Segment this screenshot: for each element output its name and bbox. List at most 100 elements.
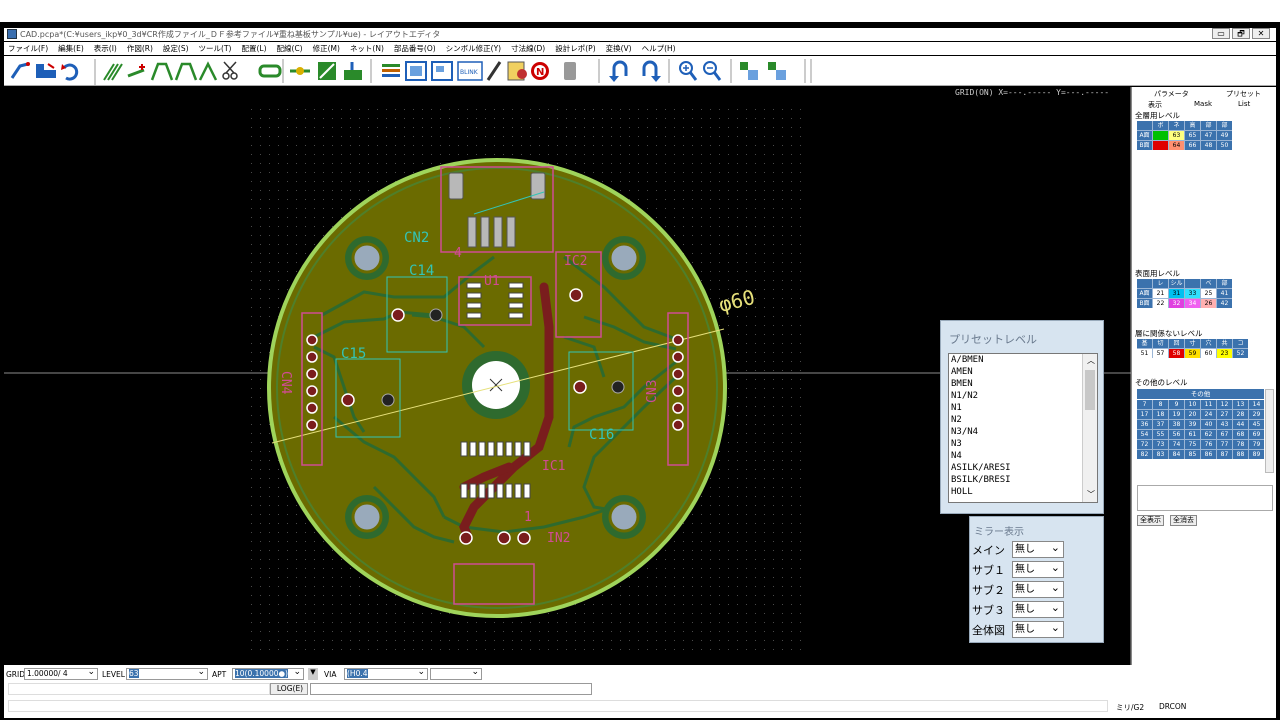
multi-wire-icon[interactable] <box>103 63 123 81</box>
level-cell[interactable]: 77 <box>1217 440 1232 449</box>
level-select[interactable]: 63 <box>126 667 208 680</box>
menu-place[interactable]: 配置(L) <box>241 43 266 54</box>
mirror-sub1-select[interactable]: 無し <box>1012 560 1064 578</box>
menu-settings[interactable]: 設定(S) <box>163 43 189 54</box>
report-icon[interactable] <box>507 61 527 81</box>
level-cell[interactable]: 76 <box>1201 440 1216 449</box>
level-cell[interactable]: 45 <box>1249 420 1264 429</box>
level-cell[interactable]: 42 <box>1217 299 1232 308</box>
level-cell[interactable]: 50 <box>1217 141 1232 150</box>
level-cell[interactable]: 18 <box>1153 410 1168 419</box>
level-cell[interactable]: 26 <box>1201 299 1216 308</box>
menu-wire[interactable]: 配線(C) <box>277 43 303 54</box>
zoom-out-icon[interactable] <box>703 61 722 81</box>
view2-icon[interactable] <box>768 62 786 80</box>
level-cell[interactable]: 49 <box>1217 131 1232 140</box>
level-cell[interactable]: 66 <box>1185 141 1200 150</box>
level-cell[interactable]: 73 <box>1153 440 1168 449</box>
level-cell[interactable]: 63 <box>1169 131 1184 140</box>
level-cell[interactable]: 82 <box>1137 450 1152 459</box>
level-cell[interactable]: 22 <box>1153 299 1168 308</box>
pen-icon[interactable] <box>486 61 502 81</box>
tab-mask[interactable]: Mask <box>1194 100 1212 108</box>
scroll-down-icon[interactable]: ﹀ <box>1085 489 1095 501</box>
tab-list[interactable]: List <box>1238 100 1250 108</box>
level-cell[interactable]: 68 <box>1233 430 1248 439</box>
preset-item[interactable]: N3 <box>949 438 1097 450</box>
preset-item[interactable]: N1 <box>949 402 1097 414</box>
preset-item[interactable]: AMEN <box>949 366 1097 378</box>
line-icon[interactable] <box>198 61 218 81</box>
level-cell[interactable]: 54 <box>1137 430 1152 439</box>
tab-parameter[interactable]: パラメータ <box>1154 89 1189 99</box>
preset-item[interactable]: N4 <box>949 450 1097 462</box>
menu-report[interactable]: 設計レポ(P) <box>555 43 595 54</box>
level-cell[interactable]: 47 <box>1201 131 1216 140</box>
preset-item[interactable]: A/BMEN <box>949 354 1097 366</box>
level-cell[interactable] <box>1153 131 1168 140</box>
grid-select[interactable]: 1.00000/ 4 <box>24 667 98 680</box>
menu-convert[interactable]: 変換(V) <box>606 43 632 54</box>
place-icon[interactable] <box>36 63 56 78</box>
level-cell[interactable]: 86 <box>1201 450 1216 459</box>
level-cell[interactable]: 56 <box>1169 430 1184 439</box>
clear-all-button[interactable]: 全消去 <box>1170 515 1197 526</box>
arc-icon[interactable] <box>150 62 174 81</box>
redo-icon[interactable] <box>642 60 661 82</box>
level-cell[interactable]: 33 <box>1185 289 1200 298</box>
level-cell[interactable]: 38 <box>1169 420 1184 429</box>
show-all-button[interactable]: 全表示 <box>1137 515 1164 526</box>
level-cell[interactable]: 40 <box>1201 420 1216 429</box>
menu-dimension[interactable]: 寸法線(D) <box>511 43 545 54</box>
level-cell[interactable]: 74 <box>1169 440 1184 449</box>
command-input[interactable] <box>310 683 592 695</box>
level-cell[interactable]: 78 <box>1233 440 1248 449</box>
level-cell[interactable]: 39 <box>1185 420 1200 429</box>
level-cell[interactable]: 52 <box>1233 349 1248 358</box>
preset-item[interactable]: N1/N2 <box>949 390 1097 402</box>
cut-icon[interactable] <box>222 61 238 80</box>
level-cell[interactable]: 34 <box>1185 299 1200 308</box>
menu-file[interactable]: ファイル(F) <box>8 43 48 54</box>
level-cell[interactable]: 23 <box>1217 349 1232 358</box>
level-cell[interactable]: 88 <box>1233 450 1248 459</box>
level-cell[interactable]: 57 <box>1153 349 1168 358</box>
level-cell[interactable]: 44 <box>1233 420 1248 429</box>
log-button[interactable]: LOG(E) <box>270 683 308 695</box>
level-cell[interactable]: 59 <box>1185 349 1200 358</box>
level-cell[interactable]: 32 <box>1169 299 1184 308</box>
window-icon[interactable] <box>431 61 453 81</box>
mirror-overview-select[interactable]: 無し <box>1012 620 1064 638</box>
scroll-thumb[interactable] <box>1085 370 1095 410</box>
layer-icon[interactable] <box>382 64 400 77</box>
blink-icon[interactable]: BLINK <box>457 61 483 81</box>
preset-scrollbar[interactable]: ︿ ﹀ <box>1082 354 1097 502</box>
tab-display[interactable]: 表示 <box>1148 100 1162 110</box>
level-cell[interactable]: 25 <box>1201 289 1216 298</box>
rotate-icon[interactable] <box>61 63 79 81</box>
level-cell[interactable]: 51 <box>1137 349 1152 358</box>
preset-item[interactable]: ASILK/ARESI <box>949 462 1097 474</box>
level-cell[interactable]: 37 <box>1153 420 1168 429</box>
via-icon[interactable] <box>290 67 310 75</box>
other-scrollbar[interactable] <box>1265 389 1274 473</box>
level-cell[interactable]: 60 <box>1201 349 1216 358</box>
no-icon[interactable]: N <box>531 62 549 80</box>
menu-modify[interactable]: 修正(M) <box>313 43 340 54</box>
level-cell[interactable]: 14 <box>1249 400 1264 409</box>
menu-help[interactable]: ヘルプ(H) <box>642 43 676 54</box>
preset-item[interactable]: N2 <box>949 414 1097 426</box>
zoom-in-icon[interactable] <box>679 61 698 81</box>
level-cell[interactable]: 20 <box>1185 410 1200 419</box>
level-cell[interactable]: 10 <box>1185 400 1200 409</box>
level-cell[interactable] <box>1153 141 1168 150</box>
menu-edit[interactable]: 編集(E) <box>58 43 84 54</box>
arc2-icon[interactable] <box>174 62 198 81</box>
level-cell[interactable]: 75 <box>1185 440 1200 449</box>
preset-item[interactable]: N3/N4 <box>949 426 1097 438</box>
level-cell[interactable]: 55 <box>1153 430 1168 439</box>
menu-partno[interactable]: 部品番号(O) <box>394 43 436 54</box>
level-cell[interactable]: 28 <box>1233 410 1248 419</box>
preset-item[interactable]: HOLL <box>949 486 1097 498</box>
level-cell[interactable]: 48 <box>1201 141 1216 150</box>
